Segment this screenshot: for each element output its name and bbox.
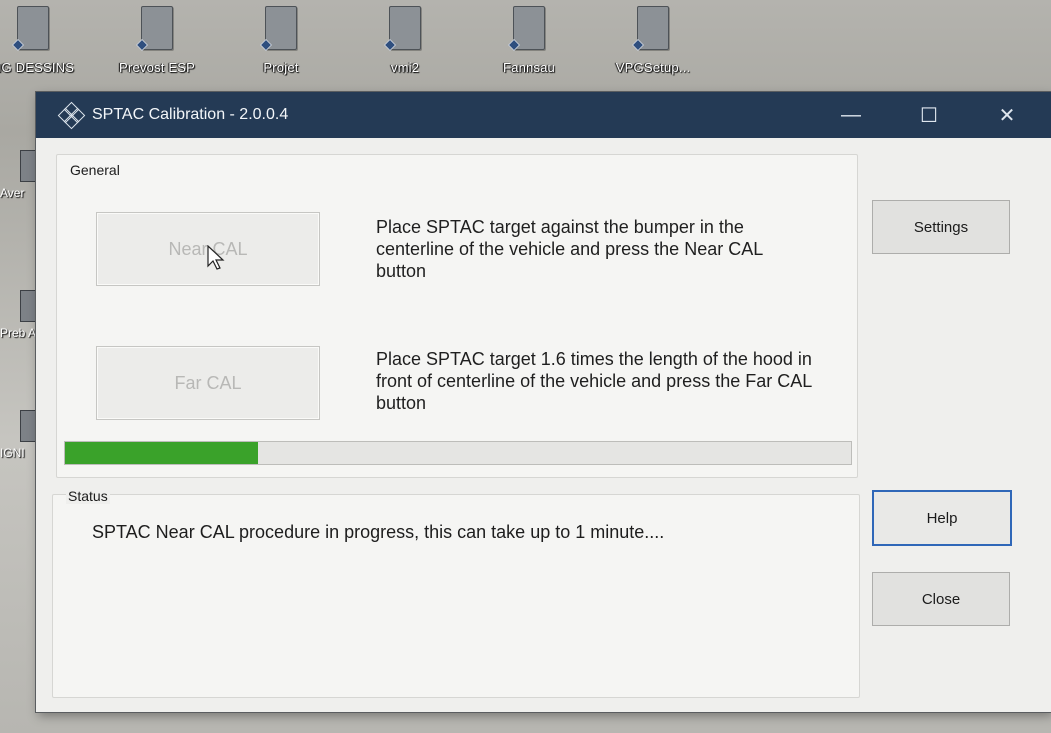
desktop-icon-label: Fannsau xyxy=(503,60,555,75)
mouse-cursor-icon xyxy=(207,245,225,270)
installer-icon xyxy=(637,6,669,50)
desktop-icon-vmi2[interactable]: vmi2 xyxy=(360,6,450,75)
far-cal-button[interactable]: Far CAL xyxy=(96,346,320,420)
desktop-icon-vpgsetup[interactable]: VPGSetup... xyxy=(608,6,698,75)
maximize-button[interactable]: ☐ xyxy=(898,92,960,138)
desktop-icon-label: vmi2 xyxy=(390,60,420,75)
general-group xyxy=(56,154,858,478)
far-cal-instruction: Place SPTAC target 1.6 times the length … xyxy=(376,349,812,413)
desktop-icon-label: NG DESSINS xyxy=(0,60,75,75)
calibration-window: SPTAC Calibration - 2.0.0.4 — ☐ ✕ Genera… xyxy=(36,92,1051,712)
status-group-label: Status xyxy=(66,488,110,504)
desktop-icon-ng-dessins[interactable]: NG DESSINS xyxy=(0,6,78,75)
shortcut-icon xyxy=(389,6,421,50)
minimize-icon: — xyxy=(841,103,861,126)
document-icon xyxy=(141,6,173,50)
close-window-button[interactable]: ✕ xyxy=(976,92,1038,138)
general-group-label: General xyxy=(70,162,120,178)
desktop-icon-label: VPGSetup... xyxy=(615,60,691,75)
settings-label: Settings xyxy=(913,218,969,236)
shortcut-icon xyxy=(265,6,297,50)
close-label: Close xyxy=(921,590,961,608)
progress-fill xyxy=(65,442,258,464)
title-bar[interactable]: SPTAC Calibration - 2.0.0.4 — ☐ ✕ xyxy=(36,92,1051,138)
close-icon: ✕ xyxy=(998,104,1016,127)
settings-button[interactable]: Settings xyxy=(872,200,1010,254)
close-button[interactable]: Close xyxy=(872,572,1010,626)
near-cal-instruction: Place SPTAC target against the bumper in… xyxy=(376,217,763,281)
calibration-progress-bar xyxy=(64,441,852,465)
desktop-icon-label: Projet xyxy=(263,60,299,75)
help-label: Help xyxy=(926,509,958,527)
desktop-icon-fannsau[interactable]: Fannsau xyxy=(484,6,574,75)
window-title: SPTAC Calibration - 2.0.0.4 xyxy=(92,106,289,123)
folder-icon xyxy=(17,6,49,50)
app-logo-icon xyxy=(56,100,86,130)
status-message: SPTAC Near CAL procedure in progress, th… xyxy=(92,522,665,542)
desktop-icon-label: Prevost ESP xyxy=(119,60,195,75)
help-button[interactable]: Help xyxy=(872,490,1012,546)
shortcut-icon xyxy=(513,6,545,50)
desktop-icon-prevost-esp[interactable]: Prevost ESP xyxy=(112,6,202,75)
maximize-icon: ☐ xyxy=(920,104,938,127)
desktop-icon-projet[interactable]: Projet xyxy=(236,6,326,75)
far-cal-label: Far CAL xyxy=(174,372,242,393)
minimize-button[interactable]: — xyxy=(820,92,882,138)
